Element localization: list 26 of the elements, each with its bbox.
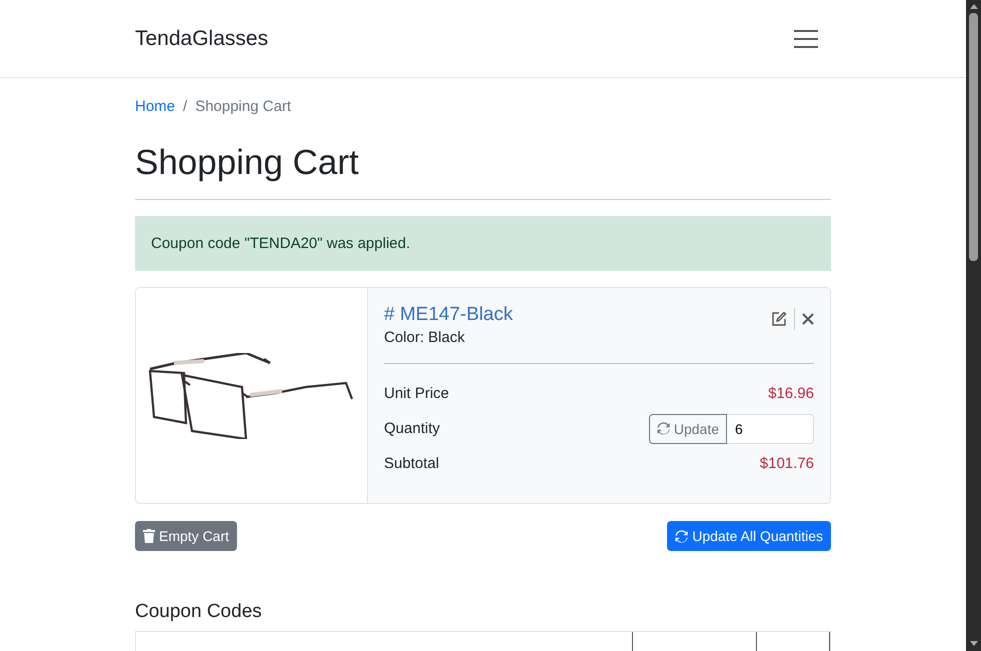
- scrollbar[interactable]: [966, 0, 981, 651]
- quantity-label: Quantity: [384, 420, 440, 437]
- refresh-icon: [675, 530, 688, 542]
- breadcrumb-separator: /: [183, 98, 188, 115]
- close-icon[interactable]: [802, 313, 814, 325]
- edit-icon[interactable]: [771, 311, 787, 327]
- trash-icon: [143, 529, 155, 543]
- subtotal-value: $101.76: [760, 455, 814, 472]
- page-title: Shopping Cart: [135, 143, 360, 183]
- refresh-icon: [656, 422, 670, 435]
- brand-link[interactable]: TendaGlasses: [135, 26, 268, 50]
- quantity-field[interactable]: 6: [727, 414, 814, 444]
- breadcrumb-current: Shopping Cart: [195, 98, 292, 115]
- success-alert: Coupon code "TENDA20" was applied.: [135, 216, 831, 271]
- menu-icon[interactable]: [793, 28, 819, 48]
- unit-price: $16.96: [768, 385, 814, 402]
- section-heading: Coupon Codes: [135, 601, 263, 623]
- update-button[interactable]: Update: [648, 414, 727, 444]
- unit-price-label: Unit Price: [384, 385, 450, 402]
- empty-cart-button[interactable]: Empty Cart: [135, 521, 238, 551]
- subtotal-label: Subtotal: [384, 455, 440, 472]
- scrollbar-thumb[interactable]: [969, 13, 978, 261]
- product-link[interactable]: # ME147-Black: [384, 304, 513, 325]
- color-text: Color: Black: [384, 329, 466, 346]
- breadcrumb-link[interactable]: Home: [135, 98, 176, 115]
- update-all-button[interactable]: Update All Quantities: [667, 521, 831, 551]
